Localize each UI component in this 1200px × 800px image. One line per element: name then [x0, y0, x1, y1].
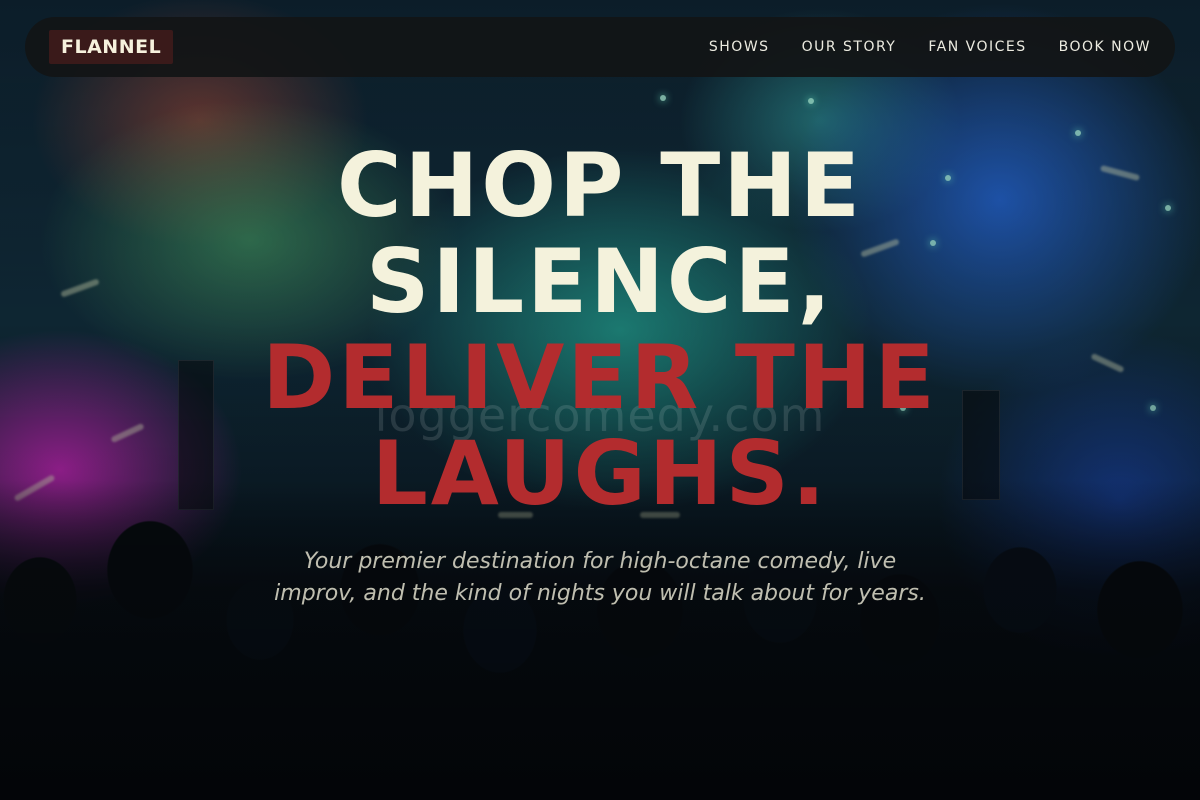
hero-headline: CHOP THE SILENCE, DELIVER THE LAUGHS.	[0, 138, 1200, 522]
nav-link-our-story[interactable]: OUR STORY	[802, 39, 897, 55]
nav-links: SHOWS OUR STORY FAN VOICES BOOK NOW	[709, 39, 1151, 55]
top-navigation-bar: FLANNEL SHOWS OUR STORY FAN VOICES BOOK …	[25, 17, 1175, 77]
nav-link-fan-voices[interactable]: FAN VOICES	[928, 39, 1026, 55]
hero-tagline: Your premier destination for high-octane…	[274, 549, 926, 606]
headline-line-1: CHOP THE	[337, 134, 863, 237]
site-logo[interactable]: FLANNEL	[49, 30, 174, 64]
headline-line-2: SILENCE,	[365, 230, 835, 333]
nav-link-book-now[interactable]: BOOK NOW	[1059, 39, 1151, 55]
nav-link-shows[interactable]: SHOWS	[709, 39, 770, 55]
headline-line-3: DELIVER THE	[262, 326, 938, 429]
headline-line-4: LAUGHS.	[371, 422, 829, 525]
